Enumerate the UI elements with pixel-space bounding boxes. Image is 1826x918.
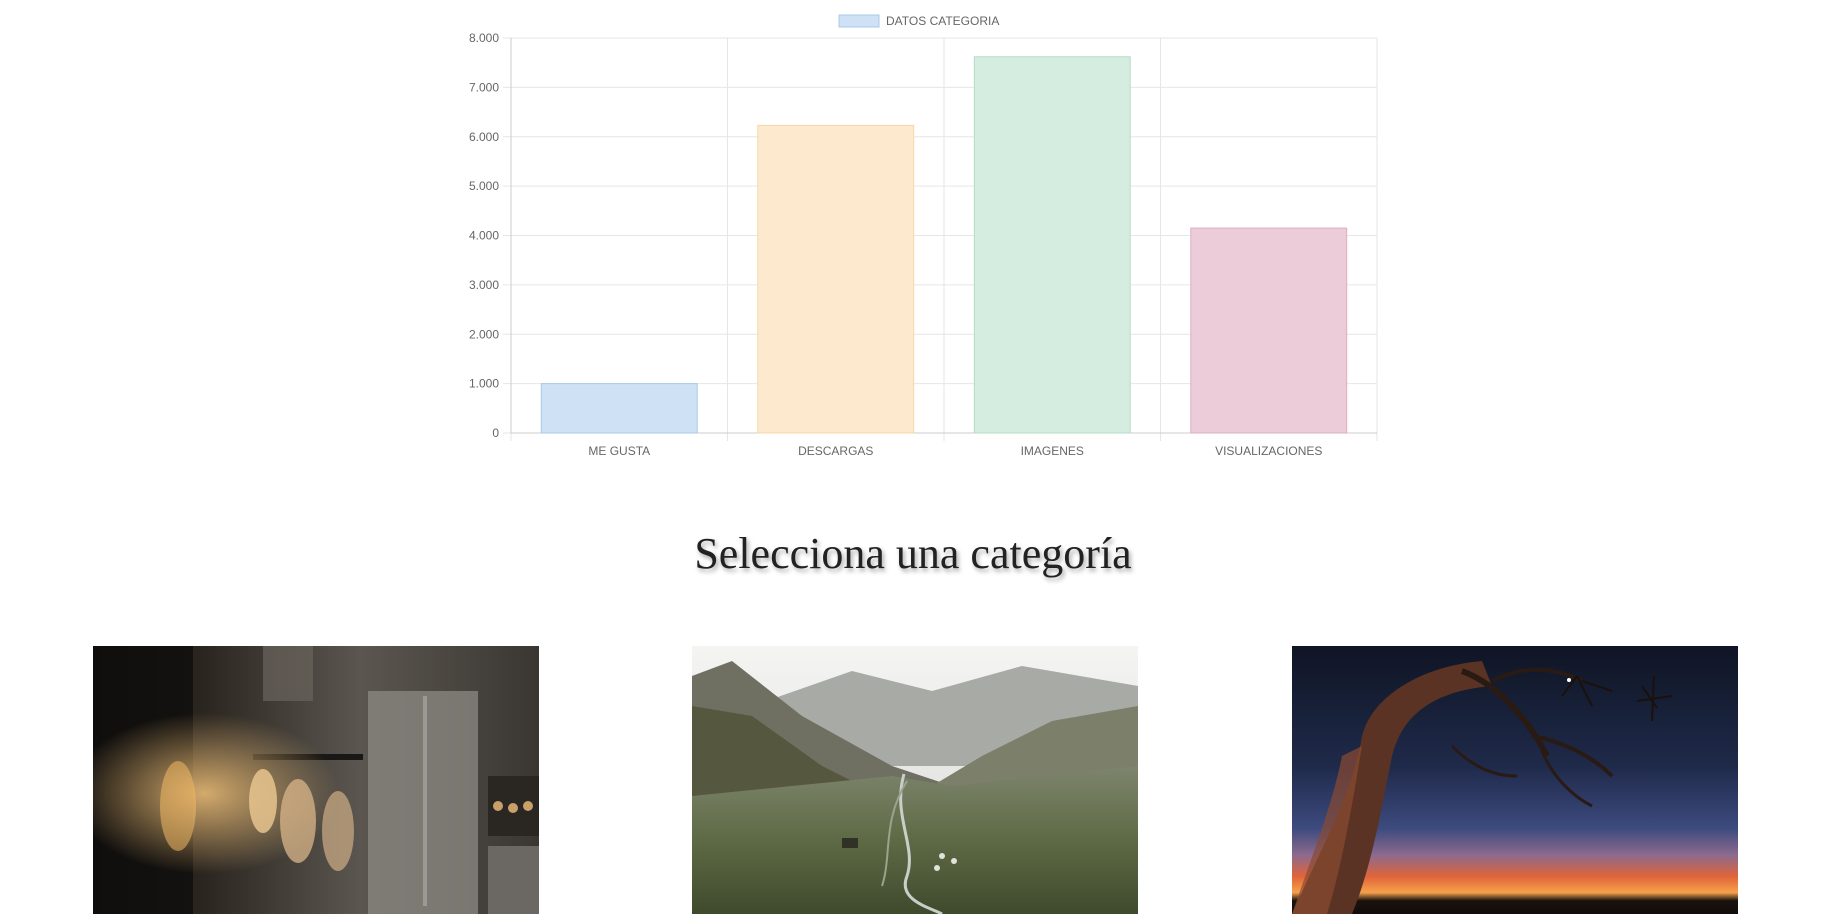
bar-descargas <box>757 124 915 434</box>
category-card-interior[interactable] <box>93 646 539 914</box>
y-tick-label: 4.000 <box>469 229 499 243</box>
y-tick-label: 3.000 <box>469 278 499 292</box>
page-title: Selecciona una categoría <box>694 529 1132 578</box>
y-tick-label: 6.000 <box>469 130 499 144</box>
category-card-nature[interactable] <box>1292 646 1738 914</box>
y-tick-label: 0 <box>492 426 499 440</box>
legend-swatch <box>838 14 880 28</box>
bar-imagenes <box>973 56 1131 434</box>
y-tick-label: 8.000 <box>469 31 499 45</box>
interior-kitchen-photo-icon <box>93 646 539 914</box>
tree-sunset-photo-icon <box>1292 646 1738 914</box>
y-tick-label: 1.000 <box>469 377 499 391</box>
x-tick-label: DESCARGAS <box>798 444 873 458</box>
y-tick-label: 2.000 <box>469 327 499 341</box>
bar-me-gusta <box>540 383 698 434</box>
category-card-landscape[interactable] <box>692 646 1138 914</box>
bar-chart: 0 1.000 2.000 3.000 4.000 5.000 6.000 7.000 8.00… <box>0 0 1826 470</box>
x-tick-label: VISUALIZACIONES <box>1215 444 1322 458</box>
mountain-valley-photo-icon <box>692 646 1138 914</box>
legend-label: DATOS CATEGORIA <box>886 14 999 28</box>
y-tick-label: 5.000 <box>469 179 499 193</box>
x-tick-label: ME GUSTA <box>588 444 650 458</box>
x-tick-label: IMAGENES <box>1021 444 1084 458</box>
y-tick-label: 7.000 <box>469 80 499 94</box>
bar-visualizaciones <box>1190 227 1348 434</box>
chart-canvas: 0 1.000 2.000 3.000 4.000 5.000 6.000 7.000 8.00… <box>469 14 1378 458</box>
